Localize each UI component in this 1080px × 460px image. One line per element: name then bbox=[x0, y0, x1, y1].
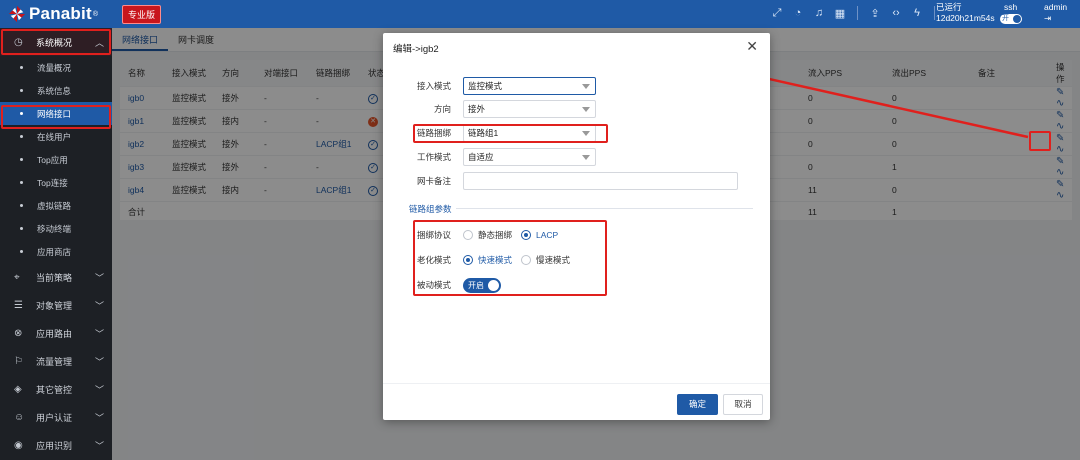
sidebar-item-traffic-overview[interactable]: 流量概况 bbox=[0, 56, 112, 79]
grid-icon[interactable]: ▦ bbox=[834, 6, 846, 20]
upload-icon[interactable]: ⇪ bbox=[869, 6, 881, 20]
dashboard-icon[interactable]: ◔ bbox=[792, 6, 804, 20]
sidebar-group-label: 其它管控 bbox=[36, 384, 73, 395]
sidebar-group-user-auth[interactable]: ☺ 用户认证 ﹀ bbox=[0, 403, 112, 431]
sidebar-group-label: 应用路由 bbox=[36, 328, 73, 339]
user-block[interactable]: admin ⇥ bbox=[1044, 2, 1067, 24]
location-icon: ⌖ bbox=[14, 271, 20, 283]
access-mode-select[interactable]: 监控模式 bbox=[463, 77, 596, 95]
sidebar-item-label: 在线用户 bbox=[37, 131, 72, 142]
runtime-toggle[interactable]: 开 bbox=[999, 13, 1022, 24]
sidebar-item-label: 虚拟链路 bbox=[37, 200, 72, 211]
field-label: 网卡备注 bbox=[416, 176, 451, 186]
edition-badge: 专业版 bbox=[122, 4, 162, 24]
chevron-down-icon: ﹀ bbox=[94, 356, 104, 367]
bell-icon[interactable]: ♫ bbox=[813, 6, 825, 20]
sidebar-item-top-apps[interactable]: Top应用 bbox=[0, 148, 112, 171]
sidebar-item-top-connections[interactable]: Top连接 bbox=[0, 171, 112, 194]
direction-select[interactable]: 接外 bbox=[463, 100, 596, 118]
top-bar: Panabit ® 专业版 ⤢ ◔ ♫ ▦ ⇪ ‹› ϟ 已运行 12d20h21… bbox=[0, 0, 1080, 28]
dialog-footer bbox=[383, 383, 770, 384]
sidebar-group-app-routing[interactable]: ⊗ 应用路由 ﹀ bbox=[0, 319, 112, 347]
brand-logo: Panabit ® bbox=[0, 4, 112, 24]
sidebar-item-system-info[interactable]: 系统信息 bbox=[0, 79, 112, 102]
dialog-title: 编辑->igb2 bbox=[393, 44, 439, 55]
section-title: 链路组参数 bbox=[409, 203, 456, 215]
sidebar-group-app-identification[interactable]: ◉ 应用识别 ﹀ bbox=[0, 431, 112, 459]
sidebar-item-app-store[interactable]: 应用商店 bbox=[0, 240, 112, 263]
highlight-network-interface bbox=[1, 105, 111, 129]
runtime-value: 12d20h21m54s bbox=[936, 13, 995, 23]
sidebar: ◷ 系统概况 ︿ 流量概况 系统信息 网络接口 在线用户 Top应用 Top连接… bbox=[0, 28, 112, 460]
sidebar-group-label: 当前策略 bbox=[36, 272, 73, 283]
username[interactable]: admin bbox=[1044, 2, 1067, 13]
sidebar-item-label: 流量概况 bbox=[37, 62, 72, 73]
nic-remark-input[interactable] bbox=[463, 172, 738, 190]
sidebar-group-object-management[interactable]: ☰ 对象管理 ﹀ bbox=[0, 291, 112, 319]
field-label: 方向 bbox=[433, 104, 451, 114]
toggle-label: 开 bbox=[1001, 14, 1009, 22]
field-label: 接入模式 bbox=[416, 81, 451, 91]
field-access-mode: 接入模式 监控模式 bbox=[383, 76, 770, 96]
sidebar-group-label: 用户认证 bbox=[36, 412, 73, 423]
chevron-down-icon: ﹀ bbox=[94, 328, 104, 339]
select-value: 自适应 bbox=[468, 152, 494, 162]
sidebar-group-label: 应用识别 bbox=[36, 440, 73, 451]
database-icon: ☰ bbox=[14, 299, 23, 311]
highlight-link-bond bbox=[413, 124, 608, 143]
field-direction: 方向 接外 bbox=[383, 99, 770, 119]
field-nic-remark: 网卡备注 bbox=[383, 171, 770, 191]
sidebar-item-label: Top连接 bbox=[37, 177, 68, 188]
user-icon: ☺ bbox=[14, 411, 25, 423]
sidebar-item-label: 应用商店 bbox=[37, 246, 72, 257]
sidebar-item-label: 移动终端 bbox=[37, 223, 72, 234]
close-icon[interactable]: ✕ bbox=[746, 38, 758, 55]
flag-icon: ⚐ bbox=[14, 355, 23, 367]
field-label: 工作模式 bbox=[416, 152, 451, 162]
chevron-down-icon: ﹀ bbox=[94, 384, 104, 395]
bond-params-section: 链路组参数 bbox=[409, 203, 753, 215]
cube-icon: ◈ bbox=[14, 383, 22, 395]
cancel-button[interactable]: 取消 bbox=[723, 394, 763, 415]
sidebar-item-mobile-terminals[interactable]: 移动终端 bbox=[0, 217, 112, 240]
work-mode-select[interactable]: 自适应 bbox=[463, 148, 596, 166]
sidebar-group-label: 流量管理 bbox=[36, 356, 73, 367]
code-icon[interactable]: ‹› bbox=[890, 6, 902, 20]
expand-icon[interactable]: ⤢ bbox=[771, 6, 783, 20]
sidebar-item-label: Top应用 bbox=[37, 154, 68, 165]
panabit-logo-icon bbox=[8, 5, 26, 23]
highlight-bond-params bbox=[413, 220, 607, 296]
confirm-button[interactable]: 确定 bbox=[677, 394, 718, 415]
sidebar-group-current-policy[interactable]: ⌖ 当前策略 ﹀ bbox=[0, 263, 112, 291]
ssh-label[interactable]: ssh bbox=[1004, 2, 1017, 12]
logout-icon[interactable]: ⇥ bbox=[1044, 13, 1067, 24]
sidebar-item-virtual-links[interactable]: 虚拟链路 bbox=[0, 194, 112, 217]
flash-icon[interactable]: ϟ bbox=[911, 6, 923, 20]
sidebar-item-label: 系统信息 bbox=[37, 85, 72, 96]
route-icon: ⊗ bbox=[14, 327, 23, 339]
chevron-down-icon: ﹀ bbox=[94, 412, 104, 423]
sidebar-group-other-control[interactable]: ◈ 其它管控 ﹀ bbox=[0, 375, 112, 403]
registered-mark: ® bbox=[92, 10, 99, 18]
highlight-system-overview bbox=[1, 29, 111, 55]
select-value: 监控模式 bbox=[468, 81, 503, 91]
select-value: 接外 bbox=[468, 104, 486, 114]
chevron-down-icon: ﹀ bbox=[94, 272, 104, 283]
sidebar-group-label: 对象管理 bbox=[36, 300, 73, 311]
eye-icon: ◉ bbox=[14, 439, 23, 451]
field-work-mode: 工作模式 自适应 bbox=[383, 147, 770, 167]
chevron-down-icon: ﹀ bbox=[94, 300, 104, 311]
chevron-down-icon: ﹀ bbox=[94, 440, 104, 451]
brand-name: Panabit bbox=[29, 4, 92, 23]
sidebar-group-traffic-management[interactable]: ⚐ 流量管理 ﹀ bbox=[0, 347, 112, 375]
